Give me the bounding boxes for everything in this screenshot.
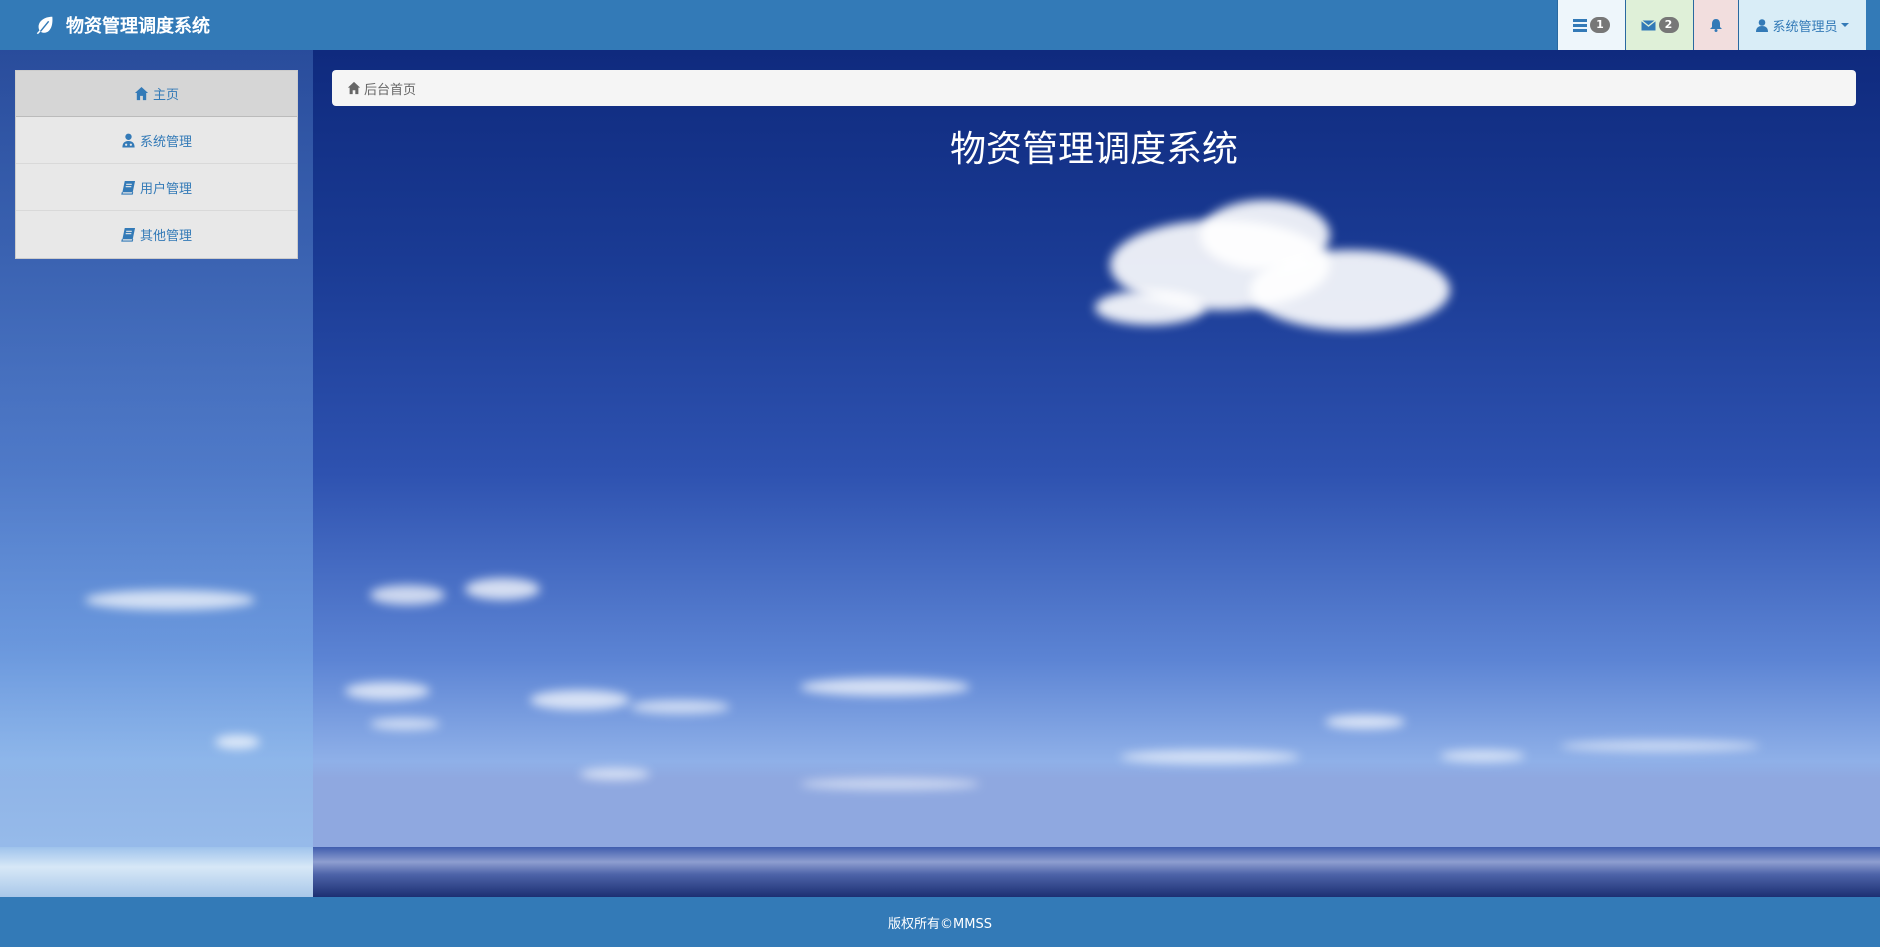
alerts-button[interactable] — [1693, 0, 1738, 50]
top-navbar: 物资管理调度系统 1 2 系统管理员 — [0, 0, 1880, 50]
brand[interactable]: 物资管理调度系统 — [34, 0, 210, 50]
cloud — [370, 718, 440, 730]
cloud — [215, 735, 260, 749]
leaf-icon — [36, 16, 53, 35]
navbar-right: 1 2 系统管理员 — [1557, 0, 1866, 50]
messages-badge: 2 — [1658, 17, 1679, 33]
caret-down-icon — [1840, 23, 1849, 27]
page-title: 物资管理调度系统 — [949, 129, 1238, 170]
envelope-icon — [1640, 19, 1656, 30]
cloud — [85, 590, 255, 610]
sidebar-item-label: 系统管理 — [139, 134, 192, 150]
footer: 版权所有©MMSS — [0, 897, 1880, 947]
sidebar-item-label: 主页 — [152, 88, 179, 103]
sidebar-item-other[interactable]: 其他管理 — [16, 211, 297, 258]
cloud — [1560, 740, 1760, 752]
book-icon — [121, 180, 136, 195]
tasks-icon — [1573, 18, 1587, 32]
sidebar-item-system[interactable]: 系统管理 — [16, 117, 297, 164]
cloud — [1325, 715, 1405, 729]
cloud — [630, 700, 730, 714]
sidebar-item-users[interactable]: 用户管理 — [16, 164, 297, 211]
sidebar-item-home[interactable]: 主页 — [16, 71, 297, 117]
cloud — [465, 578, 540, 600]
cloud — [580, 768, 650, 780]
sidebar-menu: 主页 系统管理 用户管理 其他管理 — [15, 70, 298, 259]
cloud — [345, 682, 430, 700]
cloud — [370, 585, 445, 605]
cloud — [800, 678, 970, 696]
bell-icon — [1710, 18, 1722, 32]
cloud — [1095, 290, 1205, 325]
book-icon — [121, 227, 136, 242]
sidebar-item-label: 用户管理 — [139, 181, 192, 197]
copyright-text: 版权所有©MMSS — [888, 916, 992, 932]
brand-title: 物资管理调度系统 — [66, 16, 210, 37]
home-icon — [347, 81, 361, 95]
cloud — [1440, 750, 1525, 762]
cloud — [530, 690, 630, 710]
breadcrumb: 后台首页 — [332, 70, 1856, 106]
sidebar-item-label: 其他管理 — [139, 229, 192, 244]
user-icon — [1756, 18, 1769, 32]
cloud — [1120, 750, 1300, 764]
user-menu-button[interactable]: 系统管理员 — [1738, 0, 1866, 50]
cloud — [1250, 250, 1450, 330]
cloud — [800, 778, 980, 790]
tasks-badge: 1 — [1590, 17, 1610, 33]
user-admin-icon — [122, 133, 135, 148]
tasks-button[interactable]: 1 — [1557, 0, 1625, 50]
messages-button[interactable]: 2 — [1625, 0, 1693, 50]
home-icon — [134, 86, 149, 101]
breadcrumb-home-link[interactable]: 后台首页 — [364, 79, 416, 98]
user-name: 系统管理员 — [1772, 19, 1838, 35]
sea — [0, 847, 313, 897]
